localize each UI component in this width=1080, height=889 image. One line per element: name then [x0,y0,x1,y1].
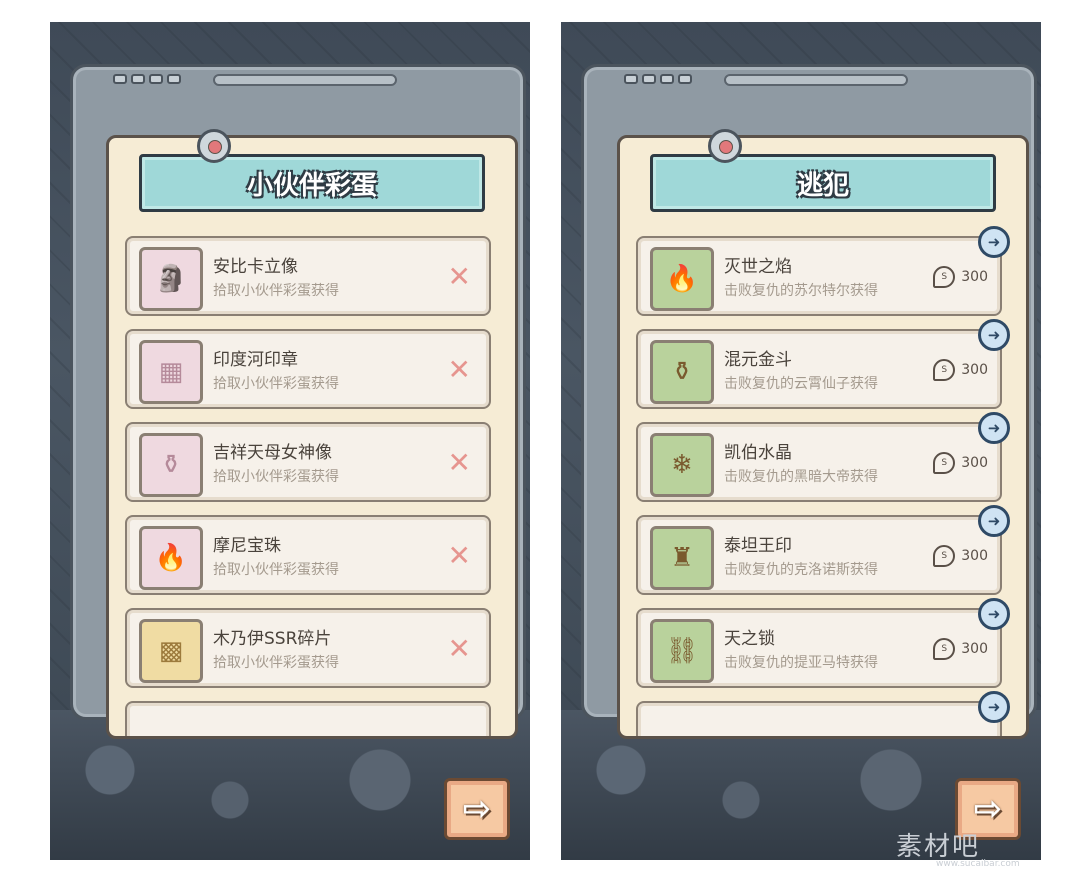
reward: S 300 [933,638,988,660]
go-arrow-button[interactable]: ➜ [978,505,1010,537]
item-thumbnail: ▩ [139,619,203,683]
list-item[interactable]: 🗿 安比卡立像 拾取小伙伴彩蛋获得 ✕ [125,236,491,316]
item-name: 灭世之焰 [724,257,792,277]
go-arrow-button[interactable]: ➜ [978,226,1010,258]
arrow-right-icon: ⇨ [462,789,492,829]
item-description: 击败复仇的提亚马特获得 [724,655,878,671]
frame-rail [724,74,908,86]
frame-lights [624,74,692,84]
page-title: 小伙伴彩蛋 [139,154,485,212]
reward-amount: 300 [961,269,988,285]
go-arrow-button[interactable]: ➜ [978,412,1010,444]
book-frame: 逃犯 🔥 灭世之焰 击败复仇的苏尔特尔获得 S 300 ➜ ⚱ 混元金斗 击败复仇… [581,64,1037,739]
item-name: 安比卡立像 [213,257,298,277]
locked-x-icon: ✕ [447,260,471,293]
item-thumbnail: ⚱ [650,340,714,404]
list-item[interactable]: 🔥 摩尼宝珠 拾取小伙伴彩蛋获得 ✕ [125,515,491,595]
locked-x-icon: ✕ [447,353,471,386]
collection-card: 逃犯 🔥 灭世之焰 击败复仇的苏尔特尔获得 S 300 ➜ ⚱ 混元金斗 击败复仇… [617,135,1029,739]
item-thumbnail: ❄ [650,433,714,497]
item-description: 击败复仇的云霄仙子获得 [724,376,878,392]
coin-icon: S [933,638,956,660]
next-page-button[interactable]: ⇨ [444,778,510,840]
item-description: 击败复仇的苏尔特尔获得 [724,283,878,299]
collection-card: 小伙伴彩蛋 🗿 安比卡立像 拾取小伙伴彩蛋获得 ✕ ▦ 印度河印章 拾取小伙伴彩… [106,135,518,739]
coin-icon: S [933,452,956,474]
list-item[interactable]: ♜ 泰坦王印 击败复仇的克洛诺斯获得 S 300 ➜ [636,505,1010,595]
item-thumbnail: ⛓ [650,619,714,683]
list-item[interactable]: ▩ 木乃伊SSR碎片 拾取小伙伴彩蛋获得 ✕ [125,608,491,688]
list-item[interactable]: 🔥 灭世之焰 击败复仇的苏尔特尔获得 S 300 ➜ [636,226,1010,316]
item-name: 摩尼宝珠 [213,536,281,556]
go-arrow-button[interactable]: ➜ [978,598,1010,630]
list-item[interactable]: ▦ 印度河印章 拾取小伙伴彩蛋获得 ✕ [125,329,491,409]
header-knob-icon [197,129,231,163]
item-name: 凯伯水晶 [724,443,792,463]
reward-amount: 300 [961,641,988,657]
locked-x-icon: ✕ [447,632,471,665]
list-item[interactable] [125,701,491,736]
item-name: 天之锁 [724,629,775,649]
list-item[interactable]: ❄ 凯伯水晶 击败复仇的黑暗大帝获得 S 300 ➜ [636,412,1010,502]
locked-x-icon: ✕ [447,539,471,572]
item-thumbnail: ♜ [650,526,714,590]
item-thumbnail: ▦ [139,340,203,404]
item-description: 拾取小伙伴彩蛋获得 [213,562,339,578]
reward-amount: 300 [961,455,988,471]
item-name: 吉祥天母女神像 [213,443,332,463]
reward-amount: 300 [961,548,988,564]
item-description: 拾取小伙伴彩蛋获得 [213,376,339,392]
watermark: 素材吧 www.sucaibar.com [896,826,1020,869]
watermark-url: www.sucaibar.com [936,859,1020,869]
reward: S 300 [933,452,988,474]
coin-icon: S [933,359,956,381]
page-title: 逃犯 [650,154,996,212]
item-name: 印度河印章 [213,350,298,370]
go-arrow-button[interactable]: ➜ [978,319,1010,351]
left-game-screen: 小伙伴彩蛋 🗿 安比卡立像 拾取小伙伴彩蛋获得 ✕ ▦ 印度河印章 拾取小伙伴彩… [50,22,530,860]
item-name: 混元金斗 [724,350,792,370]
reward-amount: 300 [961,362,988,378]
list-item[interactable]: ⛓ 天之锁 击败复仇的提亚马特获得 S 300 ➜ [636,598,1010,688]
item-thumbnail: 🔥 [650,247,714,311]
item-description: 拾取小伙伴彩蛋获得 [213,283,339,299]
book-frame: 小伙伴彩蛋 🗿 安比卡立像 拾取小伙伴彩蛋获得 ✕ ▦ 印度河印章 拾取小伙伴彩… [70,64,526,739]
reward: S 300 [933,545,988,567]
arrow-right-icon: ⇨ [973,789,1003,829]
item-name: 泰坦王印 [724,536,792,556]
go-arrow-button[interactable]: ➜ [978,691,1010,723]
item-name: 木乃伊SSR碎片 [213,629,332,649]
item-description: 击败复仇的黑暗大帝获得 [724,469,878,485]
item-thumbnail: 🗿 [139,247,203,311]
reward: S 300 [933,359,988,381]
reward: S 300 [933,266,988,288]
coin-icon: S [933,266,956,288]
item-description: 拾取小伙伴彩蛋获得 [213,655,339,671]
right-game-screen: 逃犯 🔥 灭世之焰 击败复仇的苏尔特尔获得 S 300 ➜ ⚱ 混元金斗 击败复仇… [561,22,1041,860]
frame-lights [113,74,181,84]
item-description: 拾取小伙伴彩蛋获得 [213,469,339,485]
locked-x-icon: ✕ [447,446,471,479]
frame-rail [213,74,397,86]
watermark-text: 素材吧 [896,832,981,862]
item-thumbnail: 🔥 [139,526,203,590]
list-item[interactable]: ➜ [636,691,1010,736]
list-item[interactable]: ⚱ 吉祥天母女神像 拾取小伙伴彩蛋获得 ✕ [125,422,491,502]
item-thumbnail: ⚱ [139,433,203,497]
item-description: 击败复仇的克洛诺斯获得 [724,562,878,578]
header-knob-icon [708,129,742,163]
coin-icon: S [933,545,956,567]
list-item[interactable]: ⚱ 混元金斗 击败复仇的云霄仙子获得 S 300 ➜ [636,319,1010,409]
